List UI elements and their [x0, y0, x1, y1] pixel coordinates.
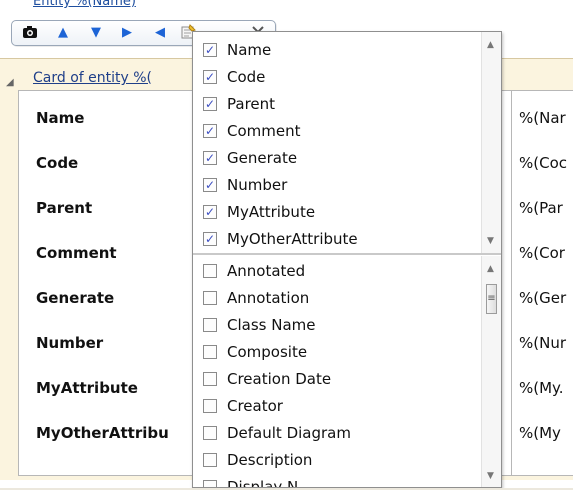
scroll-up-icon[interactable]: ▲ — [487, 264, 494, 274]
selected-columns-list: ✓ Name ✓ Code ✓ Parent ✓ Comment ✓ Gener… — [193, 32, 480, 254]
scroll-up-icon[interactable]: ▲ — [487, 40, 494, 50]
list-item-label: Parent — [227, 95, 276, 113]
card-row-label: Parent — [36, 199, 93, 217]
checkbox[interactable]: ✓ — [203, 70, 217, 84]
list-item[interactable]: Creator — [203, 394, 473, 418]
checkbox[interactable] — [203, 372, 217, 386]
column-picker-dropdown: ✓ Name ✓ Code ✓ Parent ✓ Comment ✓ Gener… — [192, 31, 502, 488]
scroll-down-icon[interactable]: ▼ — [487, 236, 494, 246]
card-title-link[interactable]: Card of entity %( — [33, 70, 152, 86]
collapse-arrow-icon[interactable]: ◢ — [6, 77, 14, 88]
scroll-down-icon[interactable]: ▼ — [487, 471, 494, 481]
card-row-label: Comment — [36, 244, 117, 262]
checkbox[interactable] — [203, 453, 217, 467]
card-row-value: %(My — [519, 424, 561, 442]
checkbox[interactable] — [203, 345, 217, 359]
list-item-label: Generate — [227, 149, 298, 167]
list-item-label: MyAttribute — [227, 203, 316, 221]
list-item[interactable]: Default Diagram — [203, 421, 473, 445]
card-row-label: Name — [36, 109, 85, 127]
camera-icon[interactable] — [22, 24, 38, 40]
list-item-label: Class Name — [227, 316, 316, 334]
list-item[interactable]: Description — [203, 448, 473, 472]
arrow-up-icon[interactable]: ▲ — [55, 24, 71, 40]
list-separator — [193, 253, 501, 255]
list-item[interactable]: Composite — [203, 340, 473, 364]
list-item-label: MyOtherAttribute — [227, 230, 358, 248]
list-item[interactable]: ✓ Generate — [203, 146, 473, 170]
checkbox[interactable]: ✓ — [203, 178, 217, 192]
card-row-value: %(Cor — [519, 244, 565, 262]
list-item-label: Default Diagram — [227, 424, 351, 442]
list-item-label: Annotation — [227, 289, 310, 307]
card-row-label: Number — [36, 334, 104, 352]
checkbox[interactable]: ✓ — [203, 97, 217, 111]
checkbox[interactable]: ✓ — [203, 205, 217, 219]
card-row-value: %(My. — [519, 379, 564, 397]
checkbox[interactable]: ✓ — [203, 43, 217, 57]
checkbox[interactable] — [203, 426, 217, 440]
arrow-down-icon[interactable]: ▼ — [88, 24, 104, 40]
list-item[interactable]: ✓ MyAttribute — [203, 200, 473, 224]
list-item-label: Comment — [227, 122, 301, 140]
card-row-label: MyOtherAttribu — [36, 424, 169, 442]
list-item-label: Display N — [227, 478, 299, 488]
checkbox[interactable]: ✓ — [203, 151, 217, 165]
card-row-value: %(Nar — [519, 109, 566, 127]
list-item[interactable]: ✓ Comment — [203, 119, 473, 143]
list-item[interactable]: ✓ Name — [203, 38, 473, 62]
scroll-thumb[interactable]: ≡ — [486, 284, 497, 314]
list-item[interactable]: Display N — [203, 475, 473, 488]
list-item-label: Creation Date — [227, 370, 332, 388]
list-item-label: Composite — [227, 343, 308, 361]
card-column-divider — [511, 91, 512, 475]
list-item-label: Code — [227, 68, 266, 86]
checkbox[interactable] — [203, 480, 217, 487]
list-item[interactable]: Class Name — [203, 313, 473, 337]
arrow-left-icon[interactable]: ◀ — [152, 24, 168, 40]
card-row-value: %(Coc — [519, 154, 568, 172]
list-item[interactable]: Creation Date — [203, 367, 473, 391]
bottom-list-scrollbar[interactable]: ▲ ≡ ▼ — [481, 256, 501, 487]
checkbox[interactable] — [203, 264, 217, 278]
list-item-label: Description — [227, 451, 313, 469]
checkbox[interactable]: ✓ — [203, 124, 217, 138]
list-item-label: Name — [227, 41, 272, 59]
list-item-label: Creator — [227, 397, 283, 415]
card-row-value: %(Nur — [519, 334, 566, 352]
card-row-label: MyAttribute — [36, 379, 138, 397]
background-entity-title: Entity %(Name) — [33, 0, 136, 9]
card-row-value: %(Ger — [519, 289, 567, 307]
list-item[interactable]: ✓ Parent — [203, 92, 473, 116]
list-item[interactable]: Annotation — [203, 286, 473, 310]
top-list-scrollbar[interactable]: ▲ ▼ — [481, 32, 501, 254]
arrow-right-icon[interactable]: ▶ — [119, 24, 135, 40]
checkbox[interactable] — [203, 399, 217, 413]
checkbox[interactable] — [203, 291, 217, 305]
list-item[interactable]: ✓ MyOtherAttribute — [203, 227, 473, 251]
list-item[interactable]: ✓ Number — [203, 173, 473, 197]
checkbox[interactable] — [203, 318, 217, 332]
card-row-label: Generate — [36, 289, 115, 307]
list-item-label: Annotated — [227, 262, 306, 280]
list-item-label: Number — [227, 176, 288, 194]
checkbox[interactable]: ✓ — [203, 232, 217, 246]
card-row-value: %(Par — [519, 199, 563, 217]
list-item[interactable]: ✓ Code — [203, 65, 473, 89]
available-columns-list: Annotated Annotation Class Name Composit… — [193, 256, 480, 488]
list-item[interactable]: Annotated — [203, 259, 473, 283]
card-row-label: Code — [36, 154, 79, 172]
